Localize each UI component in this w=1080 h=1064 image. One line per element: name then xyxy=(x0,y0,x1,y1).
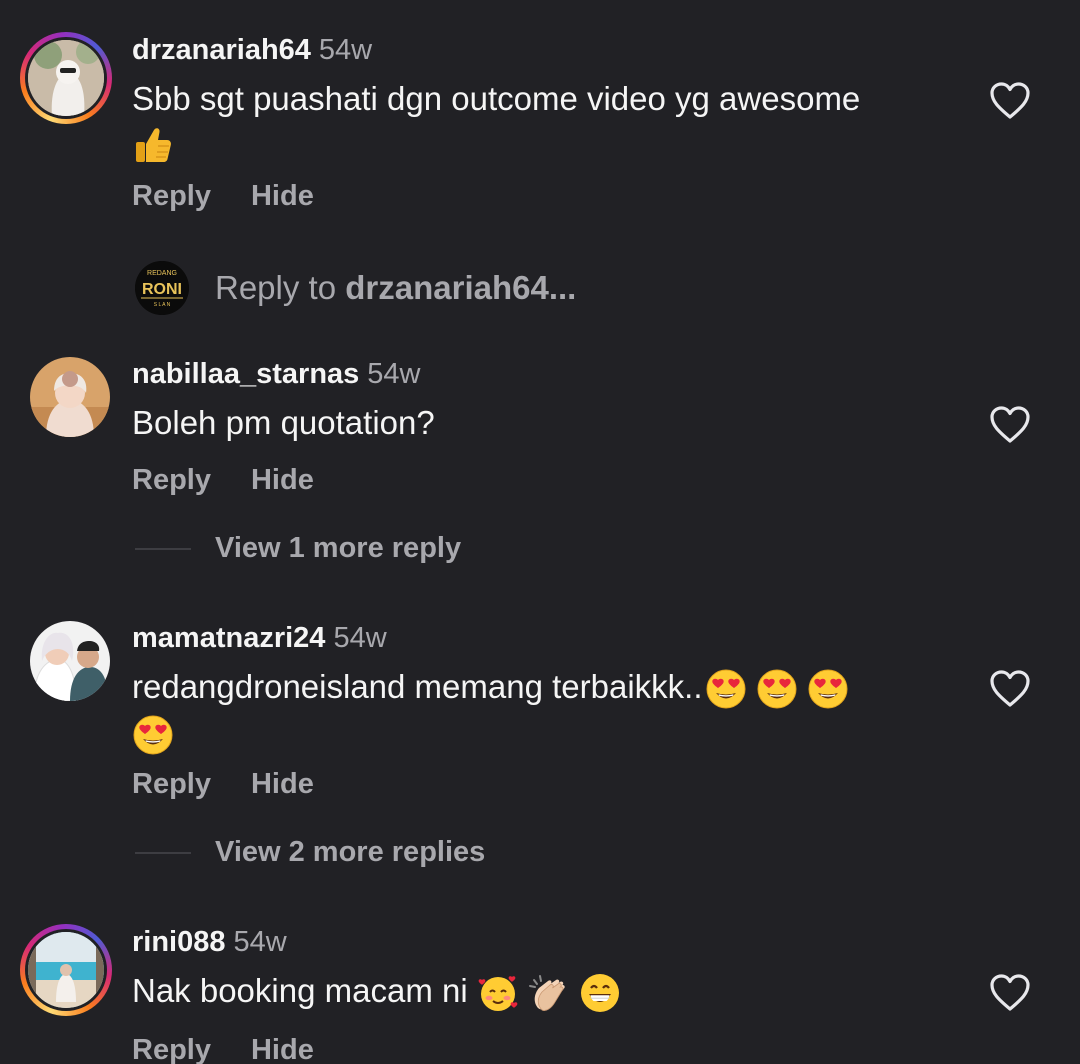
like-heart-icon[interactable] xyxy=(988,667,1032,711)
comment-text: Boleh pm quotation? xyxy=(132,401,942,445)
like-heart-icon[interactable] xyxy=(988,971,1032,1015)
comment-text: Nak booking macam ni xyxy=(132,969,942,1014)
username[interactable]: drzanariah64 xyxy=(132,34,311,66)
reply-to-prompt[interactable]: REDANG RONI S L A N Reply to drzanariah6… xyxy=(135,260,576,316)
heart-eyes-emoji-icon xyxy=(132,714,174,756)
smiling-face-with-hearts-emoji-icon xyxy=(477,972,519,1014)
reply-to-prefix: Reply to xyxy=(215,269,346,306)
avatar-image xyxy=(28,40,104,116)
svg-text:S L A N: S L A N xyxy=(154,302,171,308)
svg-text:RONI: RONI xyxy=(142,281,182,298)
like-heart-icon[interactable] xyxy=(988,403,1032,447)
heart-eyes-emoji-icon xyxy=(756,668,798,710)
comment-text: Sbb sgt puashati dgn outcome video yg aw… xyxy=(132,77,942,166)
view-more-label: View 1 more reply xyxy=(215,532,462,564)
account-logo: REDANG RONI S L A N xyxy=(135,261,189,315)
heart-eyes-emoji-icon xyxy=(705,668,747,710)
avatar-story-ring[interactable] xyxy=(20,32,112,124)
avatar-image xyxy=(28,932,104,1008)
comment-header: drzanariah64 54w xyxy=(132,33,372,67)
grinning-face-emoji-icon xyxy=(579,972,621,1014)
reply-button[interactable]: Reply xyxy=(132,180,211,212)
comment-item: nabillaa_starnas 54w Boleh pm quotation? … xyxy=(0,340,1080,580)
timestamp: 54w xyxy=(333,622,387,654)
thumbs-up-emoji-icon xyxy=(132,124,174,166)
comment-item: mamatnazri24 54w redangdroneisland memang… xyxy=(0,604,1080,884)
view-more-label: View 2 more replies xyxy=(215,836,486,868)
view-more-replies-button[interactable]: View 1 more reply xyxy=(135,532,461,565)
comment-actions: Reply Hide xyxy=(132,464,354,497)
timestamp: 54w xyxy=(367,358,421,390)
divider-line xyxy=(135,852,191,855)
like-heart-icon[interactable] xyxy=(988,79,1032,123)
hide-button[interactable]: Hide xyxy=(251,464,314,496)
comment-actions: Reply Hide xyxy=(132,768,354,801)
comment-item: drzanariah64 54w Sbb sgt puashati dgn out… xyxy=(0,0,1080,240)
svg-text:REDANG: REDANG xyxy=(147,270,177,277)
reply-button[interactable]: Reply xyxy=(132,464,211,496)
avatar xyxy=(28,932,104,1008)
comment-body: Boleh pm quotation? xyxy=(132,404,435,441)
hide-button[interactable]: Hide xyxy=(251,180,314,212)
comment-header: rini088 54w xyxy=(132,925,287,959)
comment-header: mamatnazri24 54w xyxy=(132,621,387,655)
username[interactable]: nabillaa_starnas xyxy=(132,358,359,390)
timestamp: 54w xyxy=(233,926,287,958)
avatar-image xyxy=(30,621,110,701)
avatar[interactable] xyxy=(30,357,110,437)
avatar-image xyxy=(30,357,110,437)
comment-actions: Reply Hide xyxy=(132,180,354,213)
comment-body: Sbb sgt puashati dgn outcome video yg aw… xyxy=(132,80,861,117)
comment-text: redangdroneisland memang terbaikkk.. xyxy=(132,665,942,756)
avatar-story-ring[interactable] xyxy=(20,924,112,1016)
clapping-hands-emoji-icon xyxy=(528,972,570,1014)
hide-button[interactable]: Hide xyxy=(251,1034,314,1064)
reply-button[interactable]: Reply xyxy=(132,1034,211,1064)
comment-header: nabillaa_starnas 54w xyxy=(132,357,421,391)
avatar xyxy=(28,40,104,116)
username[interactable]: rini088 xyxy=(132,926,226,958)
heart-eyes-emoji-icon xyxy=(807,668,849,710)
username[interactable]: mamatnazri24 xyxy=(132,622,325,654)
reply-to-target: drzanariah64... xyxy=(345,269,577,306)
comment-body: redangdroneisland memang terbaikkk.. xyxy=(132,668,703,705)
comment-actions: Reply Hide xyxy=(132,1034,354,1064)
hide-button[interactable]: Hide xyxy=(251,768,314,800)
reply-button[interactable]: Reply xyxy=(132,768,211,800)
comment-body: Nak booking macam ni xyxy=(132,972,468,1009)
divider-line xyxy=(135,548,191,551)
view-more-replies-button[interactable]: View 2 more replies xyxy=(135,836,485,869)
comment-item: rini088 54w Nak booking macam ni Reply Hid… xyxy=(0,908,1080,1064)
timestamp: 54w xyxy=(318,34,373,66)
avatar[interactable] xyxy=(30,621,110,701)
